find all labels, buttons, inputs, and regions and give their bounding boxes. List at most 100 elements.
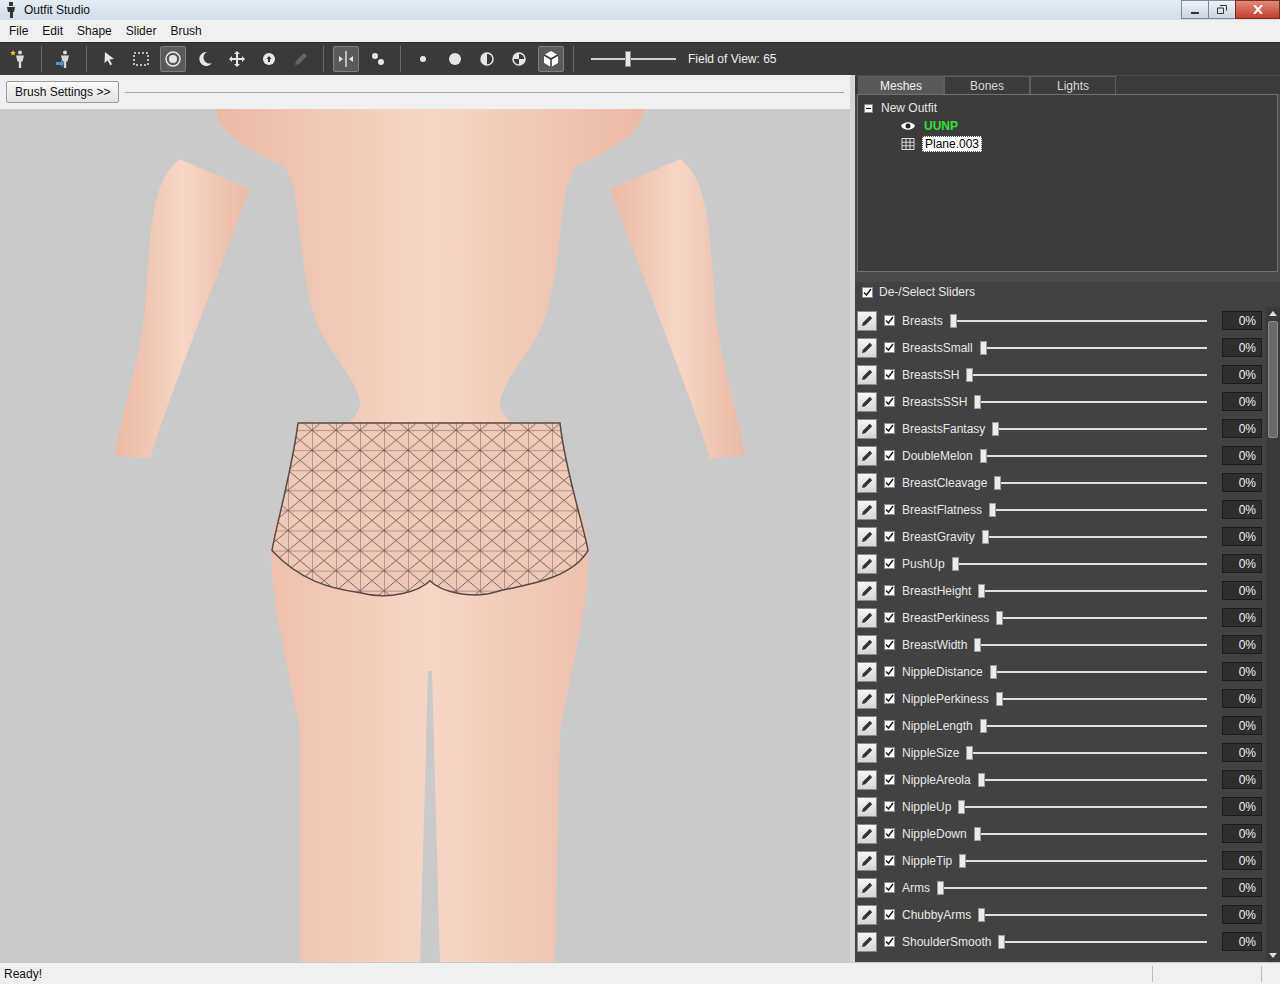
slider-control[interactable] xyxy=(950,312,1207,330)
slider-control[interactable] xyxy=(974,636,1207,654)
slider-checkbox[interactable] xyxy=(884,747,895,758)
slider-control[interactable] xyxy=(978,906,1207,924)
edit-slider-button[interactable] xyxy=(857,500,877,520)
slider-checkbox[interactable] xyxy=(884,396,895,407)
slider-control[interactable] xyxy=(937,879,1207,897)
slider-thumb[interactable] xyxy=(974,395,981,409)
slider-thumb[interactable] xyxy=(937,881,944,895)
edit-slider-button[interactable] xyxy=(857,851,877,871)
edit-slider-button[interactable] xyxy=(857,527,877,547)
edit-slider-button[interactable] xyxy=(857,311,877,331)
toolbar-button[interactable] xyxy=(333,46,359,72)
slider-value[interactable]: 0% xyxy=(1222,905,1262,924)
edit-slider-button[interactable] xyxy=(857,689,877,709)
slider-value[interactable]: 0% xyxy=(1222,689,1262,708)
slider-control[interactable] xyxy=(996,609,1207,627)
edit-slider-button[interactable] xyxy=(857,905,877,925)
menu-item[interactable]: Shape xyxy=(70,22,119,40)
edit-slider-button[interactable] xyxy=(857,743,877,763)
toolbar-button[interactable] xyxy=(365,46,391,72)
slider-checkbox[interactable] xyxy=(884,828,895,839)
slider-checkbox[interactable] xyxy=(884,720,895,731)
slider-checkbox[interactable] xyxy=(884,666,895,677)
slider-checkbox[interactable] xyxy=(884,342,895,353)
tree-item[interactable]: Plane.003 xyxy=(864,135,1271,153)
edit-slider-button[interactable] xyxy=(857,635,877,655)
slider-thumb[interactable] xyxy=(998,935,1005,949)
slider-value[interactable]: 0% xyxy=(1222,635,1262,654)
edit-slider-button[interactable] xyxy=(857,338,877,358)
slider-checkbox[interactable] xyxy=(884,423,895,434)
toolbar-button[interactable] xyxy=(442,46,468,72)
edit-slider-button[interactable] xyxy=(857,581,877,601)
fov-slider[interactable] xyxy=(591,49,676,69)
slider-checkbox[interactable] xyxy=(884,855,895,866)
slider-control[interactable] xyxy=(980,339,1207,357)
edit-slider-button[interactable] xyxy=(857,932,877,952)
menu-item[interactable]: Brush xyxy=(163,22,208,40)
slider-thumb[interactable] xyxy=(978,584,985,598)
toolbar-button[interactable] xyxy=(128,46,154,72)
slider-thumb[interactable] xyxy=(996,611,1003,625)
slider-value[interactable]: 0% xyxy=(1222,500,1262,519)
edit-slider-button[interactable] xyxy=(857,419,877,439)
edit-slider-button[interactable] xyxy=(857,473,877,493)
tree-item[interactable]: UUNP xyxy=(864,117,1271,135)
slider-control[interactable] xyxy=(978,582,1207,600)
edit-slider-button[interactable] xyxy=(857,770,877,790)
panel-tab[interactable]: Meshes xyxy=(858,76,944,94)
slider-control[interactable] xyxy=(980,717,1207,735)
slider-thumb[interactable] xyxy=(959,854,966,868)
slider-value[interactable]: 0% xyxy=(1222,797,1262,816)
slider-thumb[interactable] xyxy=(966,368,973,382)
slider-thumb[interactable] xyxy=(982,530,989,544)
slider-control[interactable] xyxy=(994,474,1207,492)
slider-checkbox[interactable] xyxy=(884,693,895,704)
menu-item[interactable]: Slider xyxy=(119,22,164,40)
slider-checkbox[interactable] xyxy=(884,450,895,461)
slider-value[interactable]: 0% xyxy=(1222,743,1262,762)
slider-value[interactable]: 0% xyxy=(1222,851,1262,870)
edit-slider-button[interactable] xyxy=(857,446,877,466)
menu-item[interactable]: Edit xyxy=(35,22,70,40)
minimize-button[interactable] xyxy=(1181,0,1209,19)
slider-value[interactable]: 0% xyxy=(1222,554,1262,573)
toolbar-button[interactable] xyxy=(474,46,500,72)
slider-thumb[interactable] xyxy=(980,341,987,355)
slider-control[interactable] xyxy=(982,528,1207,546)
slider-control[interactable] xyxy=(998,933,1207,951)
slider-value[interactable]: 0% xyxy=(1222,338,1262,357)
slider-control[interactable] xyxy=(958,798,1207,816)
slider-checkbox[interactable] xyxy=(884,315,895,326)
slider-value[interactable]: 0% xyxy=(1222,662,1262,681)
slider-checkbox[interactable] xyxy=(884,504,895,515)
expander-icon[interactable] xyxy=(864,104,873,113)
scroll-down-icon[interactable] xyxy=(1269,953,1277,959)
toolbar-button[interactable] xyxy=(96,46,122,72)
edit-slider-button[interactable] xyxy=(857,824,877,844)
toolbar-button[interactable] xyxy=(224,46,250,72)
slider-control[interactable] xyxy=(966,744,1207,762)
slider-thumb[interactable] xyxy=(978,773,985,787)
slider-value[interactable]: 0% xyxy=(1222,311,1262,330)
slider-thumb[interactable] xyxy=(996,692,1003,706)
edit-slider-button[interactable] xyxy=(857,878,877,898)
scroll-up-icon[interactable] xyxy=(1269,310,1277,316)
slider-value[interactable]: 0% xyxy=(1222,932,1262,951)
panel-tab[interactable]: Bones xyxy=(944,76,1030,94)
slider-thumb[interactable] xyxy=(974,638,981,652)
slider-thumb[interactable] xyxy=(980,449,987,463)
restore-button[interactable] xyxy=(1208,0,1236,19)
toolbar-button[interactable] xyxy=(410,46,436,72)
slider-control[interactable] xyxy=(996,690,1207,708)
3d-viewport[interactable] xyxy=(0,109,850,962)
slider-checkbox[interactable] xyxy=(884,612,895,623)
slider-checkbox[interactable] xyxy=(884,585,895,596)
slider-thumb[interactable] xyxy=(952,557,959,571)
eye-icon[interactable] xyxy=(900,120,916,132)
fov-thumb[interactable] xyxy=(625,51,631,67)
edit-slider-button[interactable] xyxy=(857,608,877,628)
menu-item[interactable]: File xyxy=(2,22,35,40)
slider-thumb[interactable] xyxy=(989,503,996,517)
slider-thumb[interactable] xyxy=(994,476,1001,490)
